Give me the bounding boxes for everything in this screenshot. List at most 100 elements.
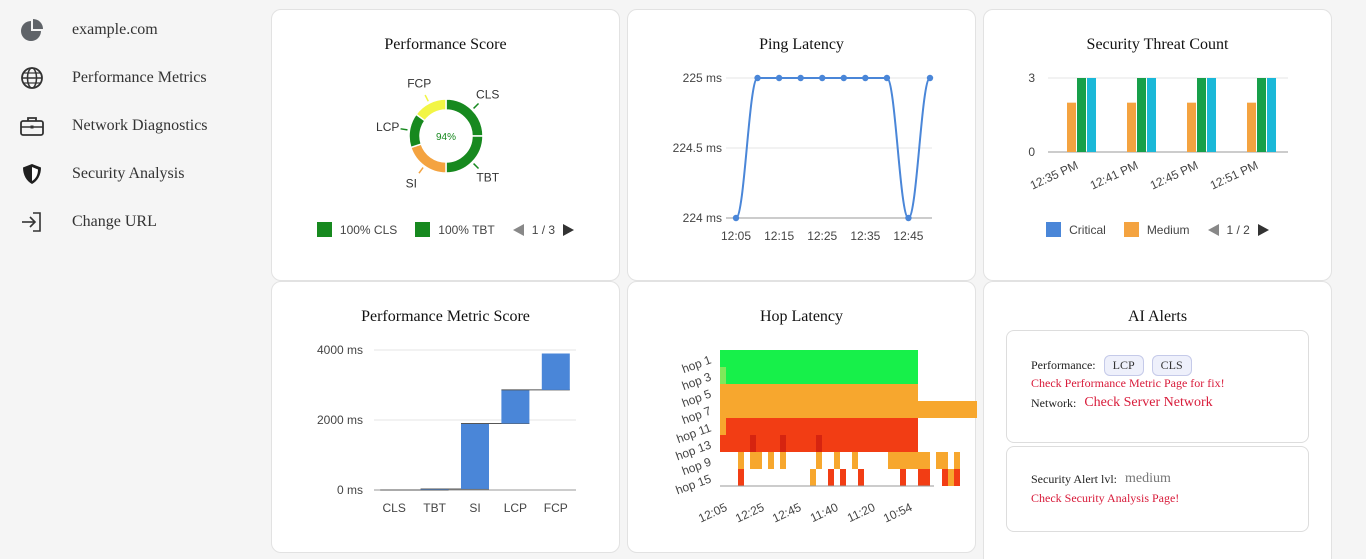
heat-cell [912,435,918,452]
heat-cell [750,418,756,435]
x-tick-label: 12:51 PM [1208,158,1260,192]
chip-lcp[interactable]: LCP [1103,355,1144,376]
heat-cell [912,452,918,469]
sidebar-item-label: example.com [72,21,158,38]
heat-cell [876,401,882,418]
heat-cell [894,350,900,367]
heat-cell [756,367,762,384]
heat-cell [798,367,804,384]
heat-cell [744,435,750,452]
heat-cell [828,435,834,452]
slice-label: SI [406,177,417,191]
heat-cell [852,367,858,384]
heat-cell [906,401,912,418]
slice-label: CLS [476,87,499,101]
sidebar-item-network-diagnostics[interactable]: Network Diagnostics [18,110,208,142]
heat-cell [852,418,858,435]
heat-cell [834,384,840,401]
heat-cell [882,418,888,435]
globe-icon [21,67,43,89]
heat-cell [756,401,762,418]
heat-cell [912,401,918,418]
heat-cell [924,469,930,486]
x-tick-label: LCP [504,501,527,515]
heat-cell [720,418,726,435]
heat-cell [726,418,732,435]
y-tick-label: 224.5 ms [673,141,722,155]
heat-cell [786,418,792,435]
y-tick-label: 0 [1028,145,1035,159]
heat-cell [882,350,888,367]
heat-cell [756,384,762,401]
chip-cls[interactable]: CLS [1151,355,1192,376]
performance-score-card: Performance Score CLS TBT SI LCP FCP 94% 100%… [271,9,620,281]
heat-cell [948,401,954,418]
heat-cell [762,435,768,452]
heat-cell [744,384,750,401]
heat-cell [870,401,876,418]
bar [541,353,570,390]
sidebar: example.com Performance Metrics Network … [0,0,262,559]
slice-label: LCP [376,120,399,134]
check-server-network-link[interactable]: Check Server Network [1084,395,1212,411]
heat-cell [738,452,744,469]
heat-cell [912,367,918,384]
heat-cell [810,384,816,401]
heat-cell [858,384,864,401]
heat-cell [840,418,846,435]
legend-item[interactable]: 100% TBT [415,222,495,237]
legend-item[interactable]: 100% CLS [316,222,398,237]
heat-cell [894,401,900,418]
next-page-icon[interactable] [563,223,575,236]
ping-latency-chart: 224 ms 224.5 ms 225 ms 12:05 12:15 12:25 12:35… [673,71,934,243]
check-security-analysis-link[interactable]: Check Security Analysis Page! [1031,491,1179,506]
sidebar-item-site[interactable]: example.com [18,14,158,46]
heat-cell [810,418,816,435]
heat-cell [804,384,810,401]
heat-cell [846,401,852,418]
heat-cell [738,384,744,401]
hop-latency-card: Hop Latency hop 1 hop 3 hop 5 hop 7 hop 11 ho… [627,281,977,553]
center-label: 94% [436,132,456,143]
heat-cell [804,401,810,418]
heat-cell [768,418,774,435]
heat-cell [732,418,738,435]
legend-item[interactable]: Medium [1123,222,1190,237]
x-tick-label: 12:35 PM [1028,158,1080,192]
heat-cell [876,367,882,384]
legend-label: 100% CLS [339,222,398,237]
next-page-icon[interactable] [1257,223,1269,236]
legend-item[interactable]: Critical [1046,222,1106,237]
heat-cell [822,435,828,452]
heat-cell [912,418,918,435]
sidebar-item-security-analysis[interactable]: Security Analysis [18,158,184,190]
sidebar-item-change-url[interactable]: Change URL [18,206,157,238]
y-tick-label: 2000 ms [317,413,363,427]
heat-cell [810,367,816,384]
heat-cell [870,350,876,367]
previous-page-icon[interactable] [512,223,524,236]
donut-slice [415,98,447,122]
x-tick-label: 10:54 [881,500,914,526]
pie-chart-icon [21,19,43,41]
legend-pager: 1 / 3 [512,223,575,237]
heat-cell [864,350,870,367]
x-tick-label: FCP [544,501,568,515]
heat-cell [858,401,864,418]
previous-page-icon[interactable] [1207,223,1219,236]
heat-cell [810,435,816,452]
bar [1267,78,1276,152]
heat-cell [864,418,870,435]
sidebar-item-performance-metrics[interactable]: Performance Metrics [18,62,207,94]
heat-cell [822,384,828,401]
data-point [754,74,761,82]
heat-cell [870,418,876,435]
heat-cell [870,384,876,401]
heat-cell [822,350,828,367]
heat-cell [780,384,786,401]
x-tick-label: 11:40 [808,500,841,525]
heat-cell [870,367,876,384]
heat-cell [906,367,912,384]
heat-cell [786,401,792,418]
heat-cell [774,350,780,367]
